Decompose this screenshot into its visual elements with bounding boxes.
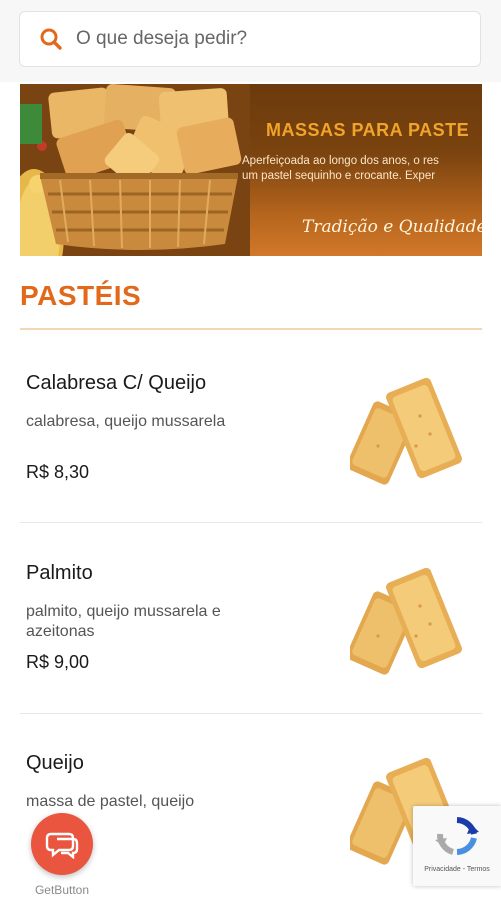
chat-bubble-icon [45, 832, 79, 859]
recaptcha-icon [435, 817, 479, 855]
pastel-image [350, 567, 462, 675]
top-bar [0, 0, 501, 82]
section-title: PASTÉIS [20, 280, 142, 311]
product-price: R$ 8,30 [26, 462, 90, 482]
product-name: Calabresa C/ Queijo [26, 372, 207, 394]
banner-title: MASSAS PARA PASTE [266, 120, 470, 140]
product-name: Queijo [26, 752, 84, 774]
banner-subtitle-line-2: um pastel sequinho e crocante. Exper [242, 170, 436, 182]
pastel-basket-image [20, 84, 250, 256]
product-description: massa de pastel, queijo [26, 793, 195, 810]
promo-banner[interactable]: MASSAS PARA PASTE Aperfeiçoada ao longo … [20, 84, 482, 256]
product-divider [20, 522, 482, 523]
chat-button-label: GetButton [34, 883, 90, 897]
chat-button[interactable] [31, 813, 93, 875]
product-divider [20, 713, 482, 714]
banner-subtitle-line-1: Aperfeiçoada ao longo dos anos, o res [242, 155, 439, 167]
product-item[interactable]: Palmito palmito, queijo mussarela e azei… [20, 562, 482, 702]
product-name: Palmito [26, 562, 93, 584]
section-divider [20, 328, 482, 330]
product-description: calabresa, queijo mussarela [26, 413, 226, 430]
product-description: palmito, queijo mussarela e azeitonas [26, 603, 221, 640]
recaptcha-links[interactable]: Privacidade - Termos [413, 866, 501, 873]
product-price: R$ 9,00 [26, 652, 90, 672]
banner-tagline: Tradição e Qualidade! [302, 217, 482, 237]
search-input[interactable] [74, 27, 458, 51]
product-item[interactable]: Calabresa C/ Queijo calabresa, queijo mu… [20, 372, 482, 512]
pastel-image [350, 377, 462, 485]
recaptcha-badge[interactable]: Privacidade - Termos [413, 806, 501, 886]
search-box[interactable] [19, 11, 481, 67]
search-icon [38, 26, 64, 52]
banner-subtitle: Aperfeiçoada ao longo dos anos, o res um… [242, 154, 439, 184]
